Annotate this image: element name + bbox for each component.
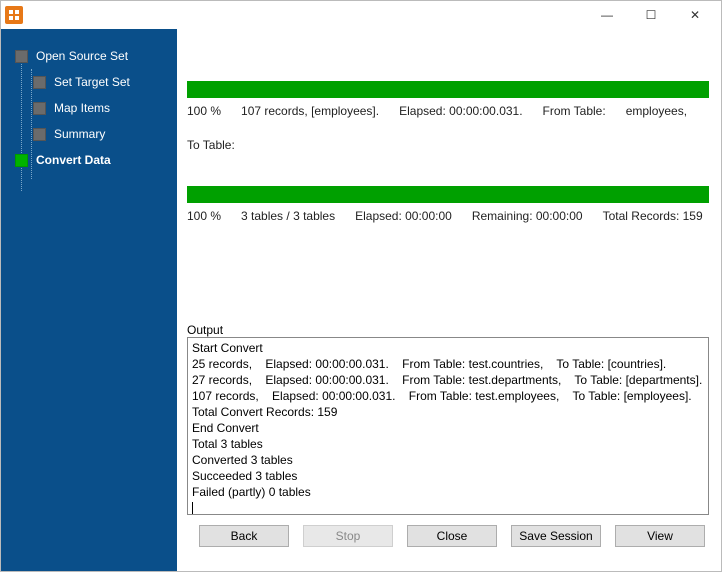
close-window-button[interactable]: ✕ <box>673 1 717 29</box>
back-button[interactable]: Back <box>199 525 289 547</box>
record-progress-from-label: From Table: <box>543 104 606 118</box>
step-label: Open Source Set <box>36 49 128 63</box>
record-progress-bar <box>187 81 709 98</box>
maximize-button[interactable]: ☐ <box>629 1 673 29</box>
minimize-icon: — <box>601 8 613 22</box>
step-label: Map Items <box>54 101 110 115</box>
step-summary[interactable]: Summary <box>1 127 177 141</box>
step-marker-icon <box>15 154 28 167</box>
record-progress-from-value: employees, <box>626 104 687 118</box>
step-marker-icon <box>33 102 46 115</box>
record-progress-elapsed: Elapsed: 00:00:00.031. <box>399 104 522 118</box>
table-progress-total: Total Records: 159 <box>603 209 703 223</box>
record-progress-to-label: To Table: <box>187 138 235 152</box>
step-label: Convert Data <box>36 153 111 167</box>
close-button[interactable]: Close <box>407 525 497 547</box>
text-caret <box>192 502 193 515</box>
record-progress-block: 100 % 107 records, [employees]. Elapsed:… <box>187 81 709 152</box>
step-label: Set Target Set <box>54 75 130 89</box>
close-icon: ✕ <box>690 8 700 22</box>
wizard-buttons: Back Stop Close Save Session View <box>187 515 709 547</box>
title-bar: — ☐ ✕ <box>1 1 721 29</box>
step-set-target-set[interactable]: Set Target Set <box>1 75 177 89</box>
maximize-icon: ☐ <box>646 8 657 22</box>
table-progress-elapsed: Elapsed: 00:00:00 <box>355 209 452 223</box>
step-map-items[interactable]: Map Items <box>1 101 177 115</box>
table-progress-bar <box>187 186 709 203</box>
step-open-source-set[interactable]: Open Source Set <box>1 49 177 63</box>
output-log-text: Start Convert 25 records, Elapsed: 00:00… <box>192 341 702 499</box>
wizard-sidebar: Open Source Set Set Target Set Map Items… <box>1 29 177 571</box>
step-convert-data[interactable]: Convert Data <box>1 153 177 167</box>
app-icon <box>5 6 23 24</box>
table-progress-tables: 3 tables / 3 tables <box>241 209 335 223</box>
main-panel: 100 % 107 records, [employees]. Elapsed:… <box>177 29 721 571</box>
view-button[interactable]: View <box>615 525 705 547</box>
record-progress-percent: 100 % <box>187 104 221 118</box>
step-label: Summary <box>54 127 105 141</box>
table-progress-block: 100 % 3 tables / 3 tables Elapsed: 00:00… <box>187 186 709 223</box>
stop-button[interactable]: Stop <box>303 525 393 547</box>
save-session-button[interactable]: Save Session <box>511 525 601 547</box>
minimize-button[interactable]: — <box>585 1 629 29</box>
record-progress-records: 107 records, [employees]. <box>241 104 379 118</box>
table-progress-remaining: Remaining: 00:00:00 <box>472 209 583 223</box>
step-marker-icon <box>33 76 46 89</box>
output-log[interactable]: Start Convert 25 records, Elapsed: 00:00… <box>187 337 709 515</box>
step-marker-icon <box>33 128 46 141</box>
output-label: Output <box>187 323 709 337</box>
step-marker-icon <box>15 50 28 63</box>
table-progress-percent: 100 % <box>187 209 221 223</box>
